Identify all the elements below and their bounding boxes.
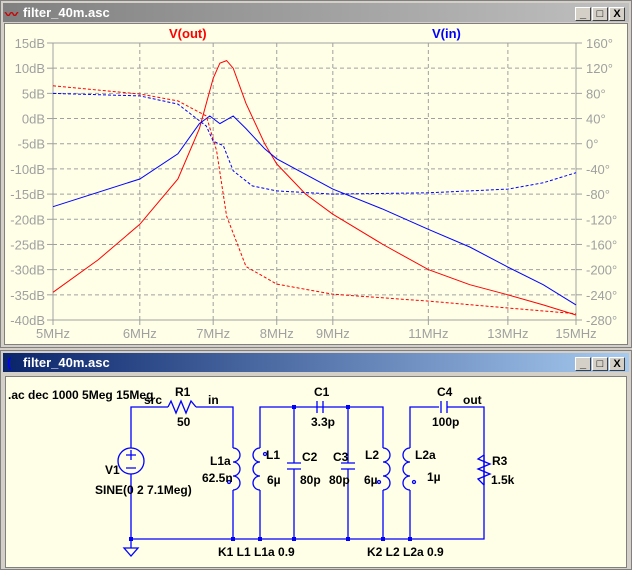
y-tick-label: -30dB — [10, 263, 45, 278]
x-tick-label: 11MHz — [408, 326, 448, 341]
y-tick-label: -20dB — [10, 212, 45, 227]
y2-tick-label: -200° — [586, 263, 617, 278]
x-tick-label: 5MHz — [36, 326, 70, 341]
x-tick-label: 6MHz — [123, 326, 157, 341]
y-tick-label: -25dB — [10, 237, 45, 252]
schematic-pane[interactable] — [5, 376, 627, 568]
x-tick-label: 9MHz — [316, 326, 350, 341]
y-tick-label: -35dB — [10, 288, 45, 303]
schematic-title: filter_40m.asc — [23, 355, 110, 370]
y2-tick-label: -120° — [586, 212, 617, 227]
schematic-window: ( filter_40m.asc _ □ X — [0, 350, 632, 570]
minimize-button[interactable]: _ — [575, 357, 591, 371]
y2-tick-label: -160° — [586, 237, 617, 252]
x-tick-label: 7MHz — [196, 326, 230, 341]
x-tick-label: 13MHz — [487, 326, 528, 341]
maximize-button[interactable]: □ — [592, 357, 608, 371]
schematic-title-bar[interactable]: ( filter_40m.asc _ □ X — [3, 353, 629, 372]
x-tick-label: 15MHz — [555, 326, 596, 341]
x-tick-label: 8MHz — [260, 326, 294, 341]
schematic-icon: ( — [7, 355, 12, 370]
y2-tick-label: -240° — [586, 288, 617, 303]
close-button[interactable]: X — [609, 357, 625, 371]
